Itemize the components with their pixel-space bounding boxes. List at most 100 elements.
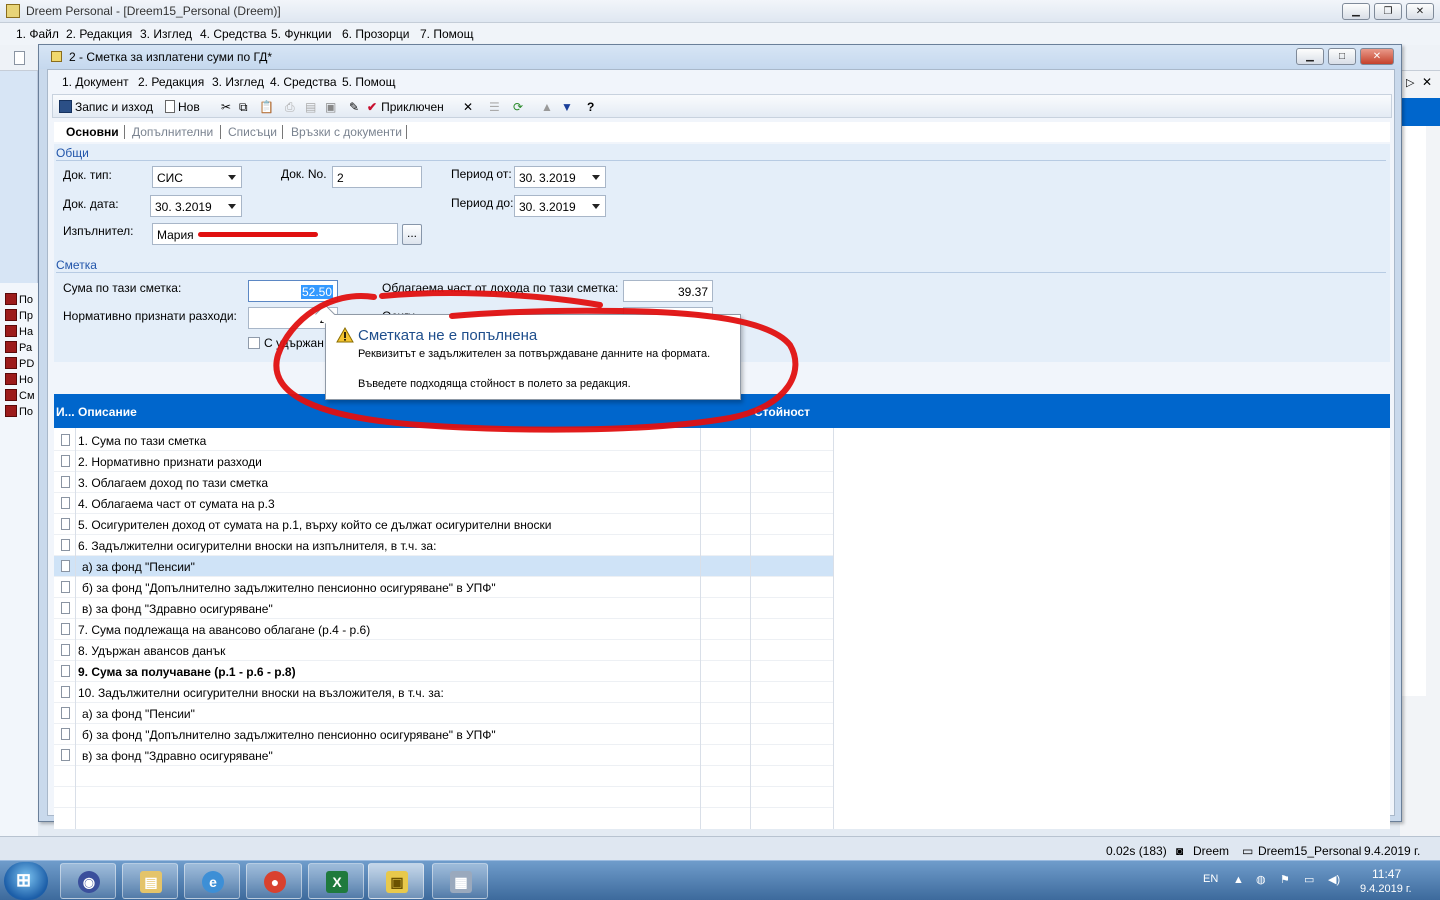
side-item[interactable]: PD (5, 357, 39, 372)
tab-lists[interactable]: Списъци (228, 125, 277, 139)
tab-additional[interactable]: Допълнителни (132, 125, 213, 139)
doc-menu-document[interactable]: 1. Документ (62, 75, 129, 89)
table-row[interactable]: 2. Нормативно признати разходи (54, 451, 834, 472)
table-row[interactable]: 8. Удържан авансов данък (54, 640, 834, 661)
action-center-icon[interactable]: ⚑ (1280, 873, 1290, 886)
doc-date-field[interactable]: 30. 3.2019 (150, 195, 242, 217)
table-row[interactable]: б) за фонд "Допълнително задължително пе… (54, 724, 834, 745)
table-row[interactable]: 7. Сума подлежаща на авансово облагане (… (54, 619, 834, 640)
doc-maximize-button[interactable]: □ (1328, 48, 1356, 65)
side-item[interactable]: Пр (5, 309, 39, 324)
complete-button[interactable]: ✔ Приключен (367, 98, 444, 116)
close-icon[interactable]: ✕ (1422, 75, 1432, 89)
taskbar-app-explorer[interactable]: ▤ (122, 863, 178, 899)
export-icon[interactable]: ▣ (325, 98, 336, 116)
volume-icon[interactable]: ◀) (1328, 873, 1340, 886)
table-row[interactable]: 9. Сума за получаване (р.1 - р.6 - р.8) (54, 661, 834, 682)
new-button[interactable]: Нов (165, 98, 200, 116)
side-item[interactable]: По (5, 405, 39, 420)
executor-browse-button[interactable]: ... (402, 224, 422, 245)
menu-functions[interactable]: 5. Функции (271, 27, 332, 41)
menu-file[interactable]: 1. Файл (16, 27, 59, 41)
menu-help[interactable]: 7. Помощ (420, 27, 473, 41)
col-header-id[interactable]: И... (56, 405, 75, 419)
refresh-icon[interactable]: ⟳ (513, 98, 523, 116)
doc-menu-help[interactable]: 5. Помощ (342, 75, 395, 89)
table-row[interactable]: 6. Задължителни осигурителни вноски на и… (54, 535, 834, 556)
copy-icon[interactable]: ⧉ (239, 98, 248, 116)
period-to-date[interactable]: 30. 3.2019 (514, 195, 606, 217)
language-indicator[interactable]: EN (1203, 873, 1218, 885)
network-icon[interactable]: ◍ (1256, 873, 1266, 886)
table-row[interactable]: 4. Облагаема част от сумата на р.3 (54, 493, 834, 514)
menu-tools[interactable]: 4. Средства (200, 27, 267, 41)
help-icon[interactable]: ? (587, 98, 594, 116)
close-button[interactable]: ✕ (1406, 3, 1434, 20)
executor-field[interactable]: Мария (152, 223, 398, 245)
doc-menu-view[interactable]: 3. Изглед (212, 75, 264, 89)
taskbar-app-spy[interactable]: ◉ (60, 863, 116, 899)
start-button[interactable]: ⊞ (4, 862, 48, 900)
table-row[interactable]: а) за фонд "Пенсии" (54, 703, 834, 724)
table-row[interactable]: а) за фонд "Пенсии" (54, 556, 834, 577)
period-from-date[interactable]: 30. 3.2019 (514, 166, 606, 188)
row-description: б) за фонд "Допълнително задължително пе… (82, 581, 496, 595)
col-header-description[interactable]: Описание (78, 405, 137, 419)
list-icon[interactable]: ☰ (489, 98, 500, 116)
withheld-checkbox[interactable] (248, 337, 260, 349)
doc-minimize-button[interactable]: ▁ (1296, 48, 1324, 65)
save-exit-button[interactable]: Запис и изход (59, 98, 153, 116)
taxable-field[interactable]: 39.37 (623, 280, 713, 302)
doc-menu-edit[interactable]: 2. Редакция (138, 75, 204, 89)
expand-arrow-icon[interactable]: ▷ (1406, 76, 1414, 89)
cancel-icon[interactable]: ✕ (463, 98, 473, 116)
preview-icon[interactable]: ▤ (305, 98, 316, 116)
tray-expand-icon[interactable]: ▲ (1233, 874, 1244, 886)
sum-field[interactable]: 52.50 (248, 280, 338, 302)
restore-button[interactable]: ❐ (1374, 3, 1402, 20)
tab-main[interactable]: Основни (66, 125, 119, 139)
monitor-icon[interactable]: ▭ (1304, 873, 1314, 886)
menu-windows[interactable]: 6. Прозорци (342, 27, 409, 41)
taskbar-app-dreem[interactable]: ▣ (368, 863, 424, 899)
side-item[interactable]: На (5, 325, 39, 340)
menu-edit[interactable]: 2. Редакция (66, 27, 132, 41)
move-up-icon[interactable]: ▲ (541, 98, 553, 116)
taskbar-app-chrome[interactable]: ● (246, 863, 302, 899)
table-row[interactable]: 1. Сума по тази сметка (54, 430, 834, 451)
side-item[interactable]: Ра (5, 341, 39, 356)
clock-time[interactable]: 11:47 (1372, 867, 1401, 881)
print-icon[interactable]: ⎙ (285, 98, 295, 116)
new-page-icon[interactable] (14, 51, 25, 65)
table-row[interactable]: 3. Облагаем доход по тази сметка (54, 472, 834, 493)
doc-close-button[interactable]: ✕ (1360, 48, 1394, 65)
minimize-button[interactable]: ▁ (1342, 3, 1370, 20)
doc-menu-tools[interactable]: 4. Средства (270, 75, 337, 89)
doc-no-field[interactable]: 2 (332, 166, 422, 188)
doc-type-select[interactable]: СИС (152, 166, 242, 188)
table-row[interactable]: в) за фонд "Здравно осигуряване" (54, 598, 834, 619)
table-row[interactable]: в) за фонд "Здравно осигуряване" (54, 745, 834, 766)
table-row-empty[interactable] (54, 766, 834, 787)
document-icon (61, 644, 70, 656)
cut-icon[interactable]: ✂ (221, 98, 231, 116)
tab-document-links[interactable]: Връзки с документи (291, 125, 402, 139)
menu-view[interactable]: 3. Изглед (140, 27, 192, 41)
side-item[interactable]: Но (5, 373, 39, 388)
table-row[interactable]: 10. Задължителни осигурителни вноски на … (54, 682, 834, 703)
side-item[interactable]: См (5, 389, 39, 404)
table-row[interactable]: 5. Осигурителен доход от сумата на р.1, … (54, 514, 834, 535)
side-item[interactable]: По (5, 293, 39, 308)
paste-icon[interactable]: 📋 (259, 98, 274, 116)
col-header-value[interactable]: Стойност (754, 405, 810, 419)
edit-doc-icon[interactable]: ✎ (349, 98, 359, 116)
chevron-down-icon (592, 175, 600, 180)
taskbar-app-excel[interactable]: X (308, 863, 364, 899)
table-row[interactable]: б) за фонд "Допълнително задължително пе… (54, 577, 834, 598)
taskbar-app-calculator[interactable]: ▦ (432, 863, 488, 899)
taskbar-app-ie[interactable]: e (184, 863, 240, 899)
move-down-icon[interactable]: ▼ (561, 98, 573, 116)
table-row-empty[interactable] (54, 787, 834, 808)
clock-date[interactable]: 9.4.2019 г. (1360, 883, 1412, 895)
row-description: 6. Задължителни осигурителни вноски на и… (78, 539, 437, 553)
